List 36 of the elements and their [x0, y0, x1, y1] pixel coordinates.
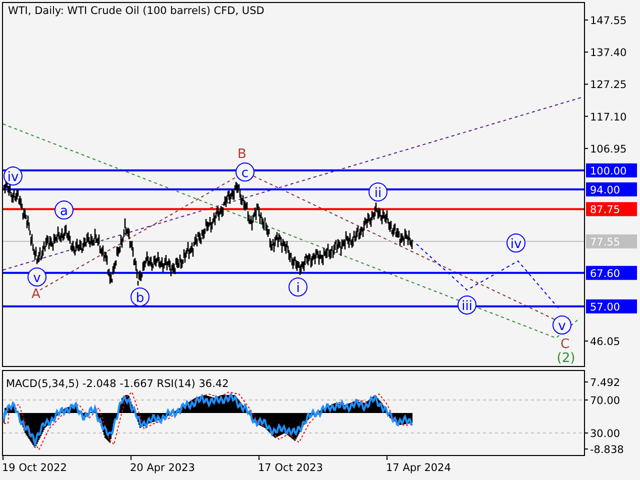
level-price-tag: 100.00	[586, 163, 637, 178]
level-price-tag: 87.75	[586, 202, 637, 216]
date-axis-label: 17 Oct 2023	[258, 462, 323, 474]
indicator-label: MACD(5,34,5) -2.048 -1.667 RSI(14) 36.42	[6, 378, 229, 390]
price-axis-label: 147.55	[590, 15, 627, 27]
level-price-tag: 77.55	[586, 234, 637, 248]
wave-label: C	[560, 337, 570, 352]
wave-label: i	[288, 278, 308, 296]
wave-label: a	[54, 200, 74, 220]
price-axis-label: 127.25	[590, 79, 627, 92]
level-price-tag: 57.00	[586, 299, 637, 314]
date-axis-label: 20 Apr 2023	[130, 462, 195, 474]
wave-label: v	[552, 316, 572, 334]
indicator-axis-label: 30.00	[590, 428, 620, 440]
indicator-axis-label: 7.492	[590, 377, 620, 389]
wave-label: v	[28, 268, 46, 286]
price-axis-label: 106.95	[590, 143, 627, 156]
level-price-tag: 67.60	[586, 266, 637, 280]
wave-label: A	[32, 287, 40, 302]
chart-title: WTI, Daily: WTI Crude Oil (100 barrels) CFD, USD	[8, 5, 264, 17]
indicator-axis-label: 70.00	[590, 395, 620, 407]
wave-label: (2)	[556, 351, 576, 366]
wave-label: B	[238, 147, 246, 162]
price-axis-label: 46.05	[590, 336, 620, 348]
indicator-axis-label: -8.838	[590, 444, 624, 456]
price-axis-label: 117.10	[590, 111, 627, 124]
wave-label: c	[236, 162, 254, 182]
wave-label: iv	[4, 166, 22, 186]
date-axis-label: 19 Oct 2022	[2, 462, 67, 474]
wave-label: iv	[506, 234, 526, 252]
level-price-tag: 94.00	[586, 182, 637, 196]
wave-label: ii	[368, 182, 388, 202]
wave-label: b	[130, 288, 150, 306]
wave-label: iii	[458, 296, 476, 314]
price-axis-label: 137.40	[590, 47, 627, 60]
date-axis-label: 17 Apr 2024	[386, 462, 451, 474]
